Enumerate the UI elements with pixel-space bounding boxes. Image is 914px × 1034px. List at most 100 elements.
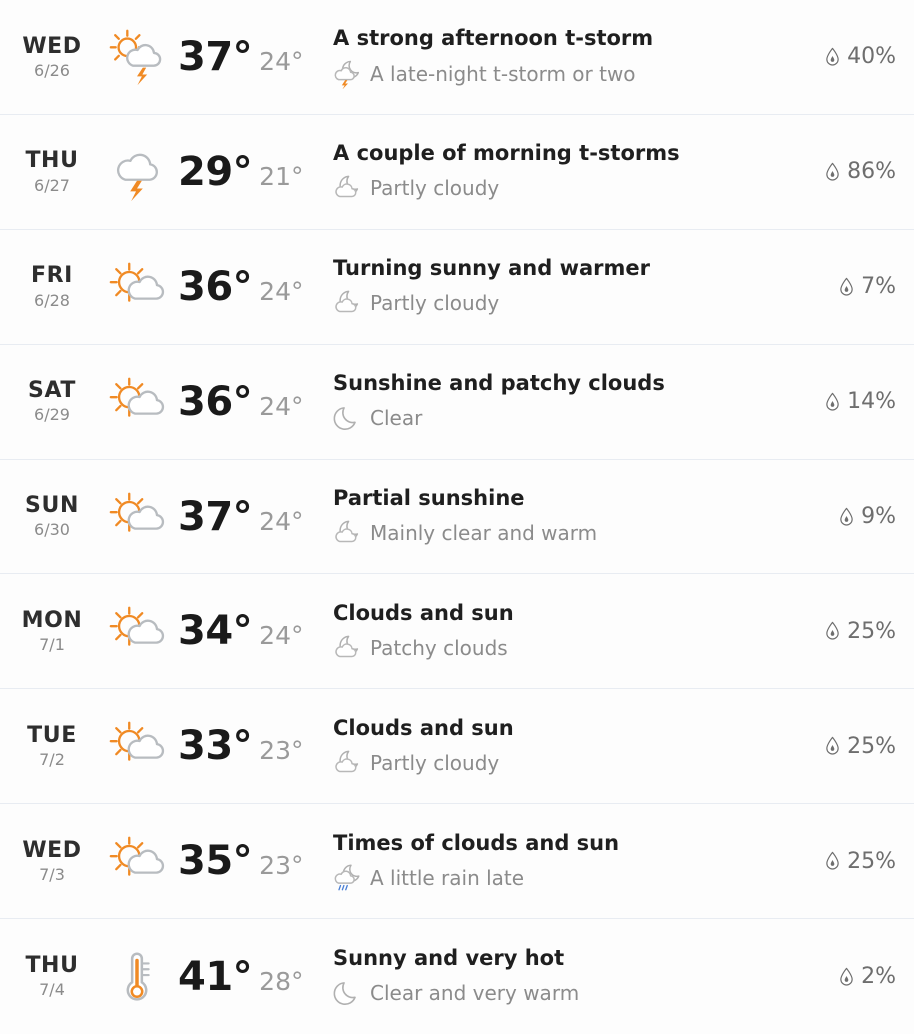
day-name: WED bbox=[22, 33, 82, 59]
day-name: TUE bbox=[27, 722, 77, 748]
day-name: FRI bbox=[31, 263, 73, 289]
forecast-day-row-mon-7-1[interactable]: MON 7/1 34° 24° Clouds and sun Patchy cl… bbox=[0, 574, 914, 690]
precipitation-probability: 14% bbox=[847, 389, 896, 415]
moon-cloud-icon bbox=[333, 518, 363, 548]
forecast-day-row-fri-6-28[interactable]: FRI 6/28 36° 24° Turning sunny and warme… bbox=[0, 229, 914, 345]
cloud-thunderstorm-icon bbox=[106, 141, 168, 203]
water-drop-icon bbox=[825, 736, 840, 756]
low-temperature: 24° bbox=[259, 506, 304, 536]
temperature-group: 33° 23° bbox=[178, 723, 303, 769]
night-description-group: Partly cloudy bbox=[333, 173, 804, 203]
precipitation-column: 9% bbox=[804, 504, 914, 529]
night-description-group: A late-night t-storm or two bbox=[333, 59, 804, 89]
day-description: Clouds and sun bbox=[333, 600, 514, 625]
low-temperature: 24° bbox=[259, 391, 304, 421]
night-description-group: Partly cloudy bbox=[333, 288, 804, 318]
condition-column: 35° 23° bbox=[100, 830, 320, 892]
sun-cloud-icon bbox=[106, 830, 168, 892]
night-description: Clear bbox=[370, 406, 423, 431]
precipitation-probability: 2% bbox=[861, 964, 896, 990]
moon-cloud-icon bbox=[333, 173, 363, 203]
condition-column: 36° 24° bbox=[100, 371, 320, 433]
temperature-group: 35° 23° bbox=[178, 838, 303, 884]
day-date: 6/28 bbox=[34, 290, 70, 310]
day-column: FRI 6/28 bbox=[0, 264, 100, 309]
condition-column: 29° 21° bbox=[100, 141, 320, 203]
forecast-day-row-wed-6-26[interactable]: WED 6/26 37° 24° A strong afternoon t-st… bbox=[0, 0, 914, 115]
day-column: THU 6/27 bbox=[0, 149, 100, 194]
daily-forecast-list: WED 6/26 37° 24° A strong afternoon t-st… bbox=[0, 0, 914, 1034]
night-description: Mainly clear and warm bbox=[370, 521, 598, 546]
precipitation-probability: 40% bbox=[847, 44, 896, 70]
sun-cloud-icon bbox=[106, 256, 168, 318]
high-temperature: 36° bbox=[178, 263, 253, 310]
water-drop-icon bbox=[839, 277, 854, 297]
forecast-day-row-sun-6-30[interactable]: SUN 6/30 37° 24° Partial sunshine Mainly… bbox=[0, 459, 914, 575]
high-temperature: 37° bbox=[178, 493, 253, 540]
day-date: 6/29 bbox=[34, 405, 70, 425]
precipitation-column: 14% bbox=[804, 389, 914, 414]
precipitation-column: 86% bbox=[804, 159, 914, 184]
forecast-day-row-wed-7-3[interactable]: WED 7/3 35° 23° Times of clouds and sun … bbox=[0, 804, 914, 920]
thermometer-hot-icon bbox=[106, 946, 168, 1008]
moon-cloud-icon bbox=[333, 288, 363, 318]
moon-cloud-rain-icon bbox=[333, 863, 363, 893]
forecast-day-row-thu-7-4[interactable]: THU 7/4 41° 28° Sunny and very hot Clear… bbox=[0, 919, 914, 1034]
forecast-day-row-sat-6-29[interactable]: SAT 6/29 36° 24° Sunshine and patchy clo… bbox=[0, 344, 914, 460]
forecast-day-row-thu-6-27[interactable]: THU 6/27 29° 21° A couple of morning t-s… bbox=[0, 114, 914, 230]
condition-column: 37° 24° bbox=[100, 26, 320, 88]
day-column: SUN 6/30 bbox=[0, 493, 100, 540]
sun-cloud-icon bbox=[106, 371, 168, 433]
night-description: A late-night t-storm or two bbox=[370, 61, 636, 86]
night-description-group: Clear and very warm bbox=[333, 978, 804, 1008]
day-date: 6/30 bbox=[34, 520, 70, 540]
water-drop-icon bbox=[839, 507, 854, 527]
sun-cloud-thunderstorm-icon bbox=[106, 26, 168, 88]
night-description-group: Patchy clouds bbox=[333, 633, 804, 663]
day-date: 6/27 bbox=[34, 175, 70, 195]
night-description-group: Clear bbox=[333, 403, 804, 433]
day-description: Sunshine and patchy clouds bbox=[333, 370, 665, 395]
day-name: WED bbox=[22, 837, 82, 863]
high-temperature: 36° bbox=[178, 378, 253, 425]
description-column: Times of clouds and sun A little rain la… bbox=[320, 830, 804, 893]
water-drop-icon bbox=[825, 47, 840, 67]
day-description: Times of clouds and sun bbox=[333, 830, 620, 855]
condition-column: 37° 24° bbox=[100, 486, 320, 548]
precipitation-probability: 25% bbox=[847, 618, 896, 644]
moon-clear-icon bbox=[333, 403, 363, 433]
day-column: MON 7/1 bbox=[0, 608, 100, 655]
temperature-group: 41° 28° bbox=[178, 954, 303, 1000]
water-drop-icon bbox=[825, 851, 840, 871]
precipitation-probability: 86% bbox=[847, 159, 896, 185]
day-description: A strong afternoon t-storm bbox=[333, 26, 654, 51]
night-description: A little rain late bbox=[370, 865, 525, 890]
water-drop-icon bbox=[839, 967, 854, 987]
temperature-group: 36° 24° bbox=[178, 264, 303, 310]
sun-cloud-icon bbox=[106, 486, 168, 548]
day-date: 7/4 bbox=[39, 980, 65, 1000]
low-temperature: 24° bbox=[259, 46, 304, 76]
high-temperature: 29° bbox=[178, 148, 253, 195]
night-description: Partly cloudy bbox=[370, 750, 500, 775]
moon-clear-icon bbox=[333, 978, 363, 1008]
condition-column: 36° 24° bbox=[100, 256, 320, 318]
precipitation-probability: 25% bbox=[847, 848, 896, 874]
low-temperature: 24° bbox=[259, 621, 304, 651]
high-temperature: 33° bbox=[178, 723, 253, 770]
water-drop-icon bbox=[825, 162, 840, 182]
day-description: Turning sunny and warmer bbox=[333, 256, 650, 281]
day-date: 7/1 bbox=[39, 635, 65, 655]
high-temperature: 41° bbox=[178, 953, 253, 1000]
forecast-day-row-tue-7-2[interactable]: TUE 7/2 33° 23° Clouds and sun Partly cl… bbox=[0, 689, 914, 805]
day-column: WED 7/3 bbox=[0, 837, 100, 884]
moon-cloud-icon bbox=[333, 633, 363, 663]
description-column: A couple of morning t-storms Partly clou… bbox=[320, 140, 804, 203]
night-description-group: Partly cloudy bbox=[333, 748, 804, 778]
high-temperature: 37° bbox=[178, 33, 253, 80]
precipitation-probability: 25% bbox=[847, 733, 896, 759]
low-temperature: 23° bbox=[259, 736, 304, 766]
night-description-group: Mainly clear and warm bbox=[333, 518, 804, 548]
temperature-group: 37° 24° bbox=[178, 34, 303, 80]
day-name: SUN bbox=[25, 493, 79, 519]
